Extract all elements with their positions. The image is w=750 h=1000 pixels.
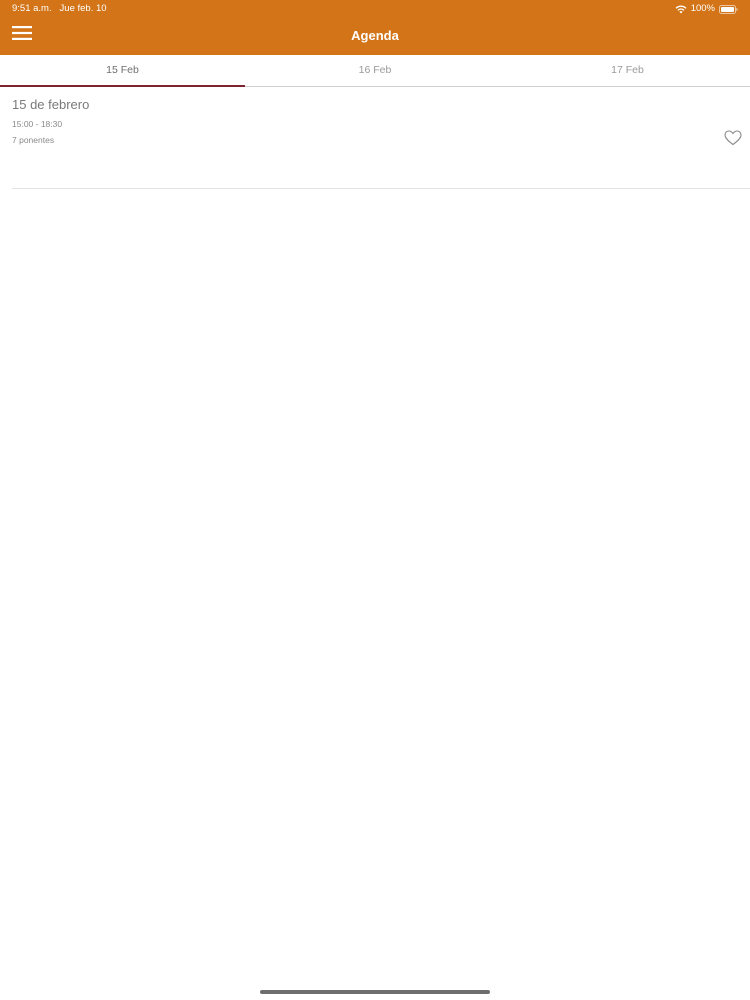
wifi-icon — [675, 5, 687, 14]
battery-percentage: 100% — [690, 3, 715, 14]
session-time: 15:00 - 18:30 — [12, 119, 63, 129]
session-speakers: 7 ponentes — [12, 135, 55, 145]
tab-17-feb[interactable]: 17 Feb — [505, 55, 750, 86]
session-title: 15 de febrero — [12, 97, 90, 112]
status-bar-right: 100% — [675, 3, 738, 15]
page-title: Agenda — [351, 28, 399, 43]
tab-label: 15 Feb — [106, 64, 139, 76]
home-indicator[interactable] — [260, 990, 490, 994]
tab-label: 16 Feb — [358, 64, 392, 76]
agenda-screen: 9:51 a.m. Jue feb. 10 100% Agenda 15 Feb… — [0, 0, 750, 1000]
date-tabs: 15 Feb 16 Feb 17 Feb — [0, 55, 750, 87]
tab-15-feb[interactable]: 15 Feb — [0, 55, 245, 87]
tab-16-feb[interactable]: 16 Feb — [245, 55, 505, 86]
status-bar-time: 9:51 a.m. Jue feb. 10 — [12, 3, 107, 14]
session-list-item[interactable]: 15 de febrero 15:00 - 18:30 7 ponentes — [12, 87, 750, 189]
favorite-button[interactable] — [724, 130, 742, 146]
heart-outline-icon — [724, 130, 742, 146]
battery-icon — [719, 4, 738, 14]
tab-label: 17 Feb — [611, 64, 644, 76]
app-header: 9:51 a.m. Jue feb. 10 100% Agenda — [0, 0, 750, 55]
